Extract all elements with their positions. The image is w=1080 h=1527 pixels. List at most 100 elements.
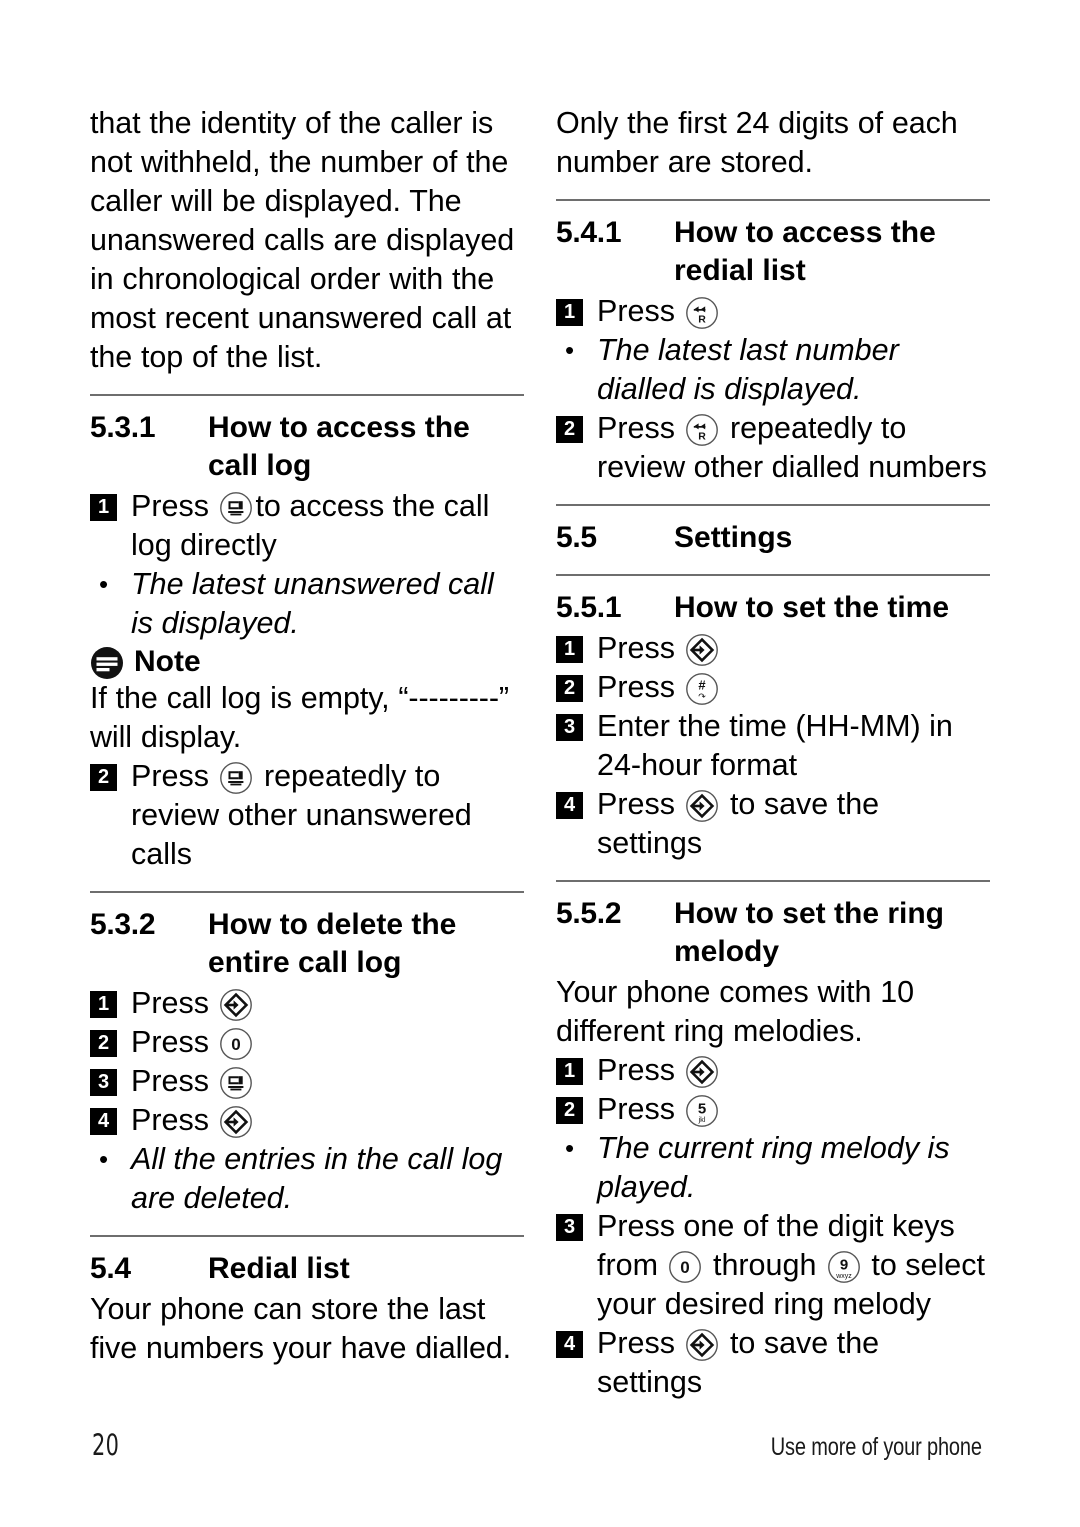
step-item: 3 Enter the time (HH-MM) in 24-hour form… xyxy=(556,707,990,785)
note-text: If the call log is empty, “---------” wi… xyxy=(90,681,509,754)
note-block: Note xyxy=(90,645,524,679)
step-text-pre: Press xyxy=(597,631,675,665)
step-text: Press repeatedly to review other dialled… xyxy=(597,409,990,487)
heading-number: 5.3.1 xyxy=(90,411,156,444)
heading-title: How to access the call log xyxy=(208,411,470,482)
bullet-item: • The latest last number dialled is disp… xyxy=(556,331,990,409)
step-text-pre: Press xyxy=(131,1064,209,1098)
redial-key-icon xyxy=(683,296,721,330)
step-text-pre: Press xyxy=(131,759,209,793)
step-item: 4 Press xyxy=(90,1101,524,1140)
heading-5-5: 5.5 Settings xyxy=(556,519,990,557)
heading-5-5-2: 5.5.2 How to set the ring melody xyxy=(556,895,990,971)
step-text-pre: Press xyxy=(597,787,675,821)
heading-title: Settings xyxy=(674,521,793,554)
bullet-dot: • xyxy=(564,335,575,365)
digit-0-key-icon xyxy=(217,1027,255,1061)
heading-number: 5.3.2 xyxy=(90,908,156,941)
step-item: 4 Press to save the settings xyxy=(556,1324,990,1402)
step-text-pre: Press xyxy=(597,1053,675,1087)
section-divider xyxy=(90,394,524,396)
heading-number: 5.5.2 xyxy=(556,897,622,930)
heading-number: 5.4 xyxy=(90,1252,131,1285)
bullet-item: • All the entries in the call log are de… xyxy=(90,1140,524,1218)
step-badge-4: 4 xyxy=(90,1108,117,1135)
step-text-pre: Press xyxy=(131,1025,209,1059)
step-item: 2 Press xyxy=(556,668,990,707)
digit-5-key-icon xyxy=(683,1094,721,1128)
section-divider xyxy=(556,574,990,576)
menu-ok-key-icon xyxy=(683,1055,721,1089)
heading-5-4: 5.4 Redial list xyxy=(90,1250,524,1288)
step-badge-2: 2 xyxy=(90,1030,117,1057)
step-item: 2 Press xyxy=(556,1090,990,1129)
step-text: Press to access the call log directly xyxy=(131,487,524,565)
bullet-text: The latest last number dialled is displa… xyxy=(597,333,899,406)
heading-5-3-1: 5.3.1 How to access the call log xyxy=(90,409,524,485)
note-icon xyxy=(90,646,124,680)
bullet-item: • The current ring melody is played. xyxy=(556,1129,990,1207)
step-badge-1: 1 xyxy=(556,1058,583,1085)
step-badge-4: 4 xyxy=(556,792,583,819)
step-badge-2: 2 xyxy=(556,416,583,443)
heading-5-3-2: 5.3.2 How to delete the entire call log xyxy=(90,906,524,982)
step-text-pre: Press xyxy=(131,986,209,1020)
step-text-pre: Press xyxy=(597,294,675,328)
step-text: Press repeatedly to review other unanswe… xyxy=(131,757,524,874)
page-number: 20 xyxy=(92,1428,126,1462)
hash-key-icon xyxy=(683,672,721,706)
step-text: Press xyxy=(131,1062,524,1101)
call-log-key-icon xyxy=(217,1066,255,1100)
step-text-pre: Press xyxy=(131,1103,209,1137)
step-text-b: through xyxy=(712,1248,817,1282)
step-badge-2: 2 xyxy=(556,675,583,702)
step-item: 1 Press xyxy=(556,1051,990,1090)
step-item: 1 Press xyxy=(90,984,524,1023)
page-number-value: 20 xyxy=(92,1428,120,1462)
step-text: Press xyxy=(131,1023,524,1062)
step-badge-3: 3 xyxy=(90,1069,117,1096)
step-badge-3: 3 xyxy=(556,714,583,741)
step-badge-4: 4 xyxy=(556,1331,583,1358)
menu-ok-key-icon xyxy=(217,988,255,1022)
step-badge-1: 1 xyxy=(556,636,583,663)
call-log-key-icon xyxy=(217,761,255,795)
menu-ok-key-icon xyxy=(217,1105,255,1139)
note-label: Note xyxy=(134,645,201,678)
footer-chapter-text: Use more of your phone xyxy=(770,1433,982,1461)
step-item: 4 Press to save the settings xyxy=(556,785,990,863)
two-column-body: that the identity of the caller is not w… xyxy=(90,104,990,1402)
step-badge-1: 1 xyxy=(556,299,583,326)
step-badge-2: 2 xyxy=(90,764,117,791)
bullet-item: • The latest unanswered call is displaye… xyxy=(90,565,524,643)
heading-5-4-1: 5.4.1 How to access the redial list xyxy=(556,214,990,290)
step-item: 3 Press one of the digit keys from throu… xyxy=(556,1207,990,1324)
step-text-pre: Press xyxy=(131,489,209,523)
heading-number: 5.5 xyxy=(556,521,597,554)
step-item: 3 Press xyxy=(90,1062,524,1101)
bullet-dot: • xyxy=(564,1133,575,1163)
digit-9-key-icon xyxy=(825,1250,863,1284)
step-text: Press to save the settings xyxy=(597,785,990,863)
section-divider xyxy=(556,880,990,882)
menu-ok-key-icon xyxy=(683,789,721,823)
intro-paragraph-right: Only the first 24 digits of each number … xyxy=(556,106,958,179)
step-item: 2 Press repeatedly to review other unans… xyxy=(90,757,524,874)
step-item: 2 Press xyxy=(90,1023,524,1062)
intro-paragraph-left: that the identity of the caller is not w… xyxy=(90,106,515,374)
step-text-pre: Press xyxy=(597,411,675,445)
right-column: Only the first 24 digits of each number … xyxy=(556,104,990,1402)
step-text-pre: Press xyxy=(597,1326,675,1360)
heading-number: 5.5.1 xyxy=(556,591,622,624)
bullet-dot: • xyxy=(98,1144,109,1174)
step-item: 1 Press xyxy=(556,629,990,668)
step-text: Press to save the settings xyxy=(597,1324,990,1402)
section-divider xyxy=(90,891,524,893)
step-item: 1 Press xyxy=(556,292,990,331)
section-divider xyxy=(90,1235,524,1237)
step-text: Press xyxy=(597,668,990,707)
step-item: 2 Press repeatedly to review other diall… xyxy=(556,409,990,487)
section-divider xyxy=(556,199,990,201)
step-text: Press one of the digit keys from through… xyxy=(597,1207,990,1324)
step-text: Press xyxy=(131,984,524,1023)
